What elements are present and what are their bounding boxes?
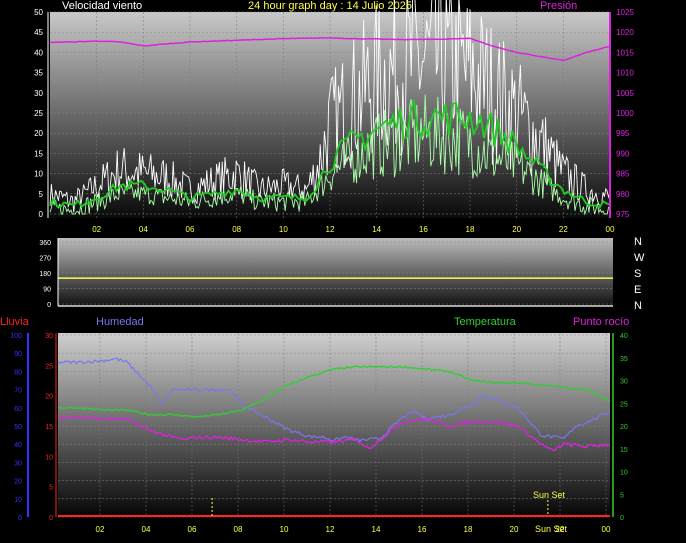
temperature-y-tick: 35 [620, 356, 628, 363]
wind-panel [50, 12, 610, 218]
chart-title: 24 hour graph day : 14 Julio 2025 [248, 0, 412, 12]
direction-y-tick: 90 [43, 287, 51, 294]
lower-x-tick: 04 [142, 525, 151, 534]
humidity-axis-label: Humedad [96, 316, 144, 328]
pressure-y-tick: 1025 [616, 8, 634, 17]
sunset-label-bottom: Sun Set [535, 524, 568, 534]
wind-x-tick: 16 [419, 225, 428, 234]
temperature-y-tick: 30 [620, 379, 628, 386]
dewpoint-axis-label: Punto rocío [573, 316, 629, 328]
rain-y-tick: 5 [49, 485, 53, 492]
wind-x-tick: 14 [372, 225, 381, 234]
lower-x-tick: 20 [510, 525, 519, 534]
temperature-y-tick: 0 [620, 515, 624, 522]
lower-x-tick: 06 [188, 525, 197, 534]
rain-y-tick: 30 [45, 333, 53, 340]
temperature-y-tick: 40 [620, 333, 628, 340]
lower-x-tick: 16 [418, 525, 427, 534]
rain-y-tick: 20 [45, 394, 53, 401]
sunset-label-top: Sun Set [533, 490, 566, 500]
wind-x-tick: 22 [559, 225, 568, 234]
humidity-y-tick: 10 [14, 497, 22, 504]
temperature-y-tick: 15 [620, 447, 628, 454]
wind-y-tick: 45 [34, 28, 43, 37]
humidity-y-tick: 0 [18, 515, 22, 522]
direction-label-w: W [634, 252, 645, 264]
rain-y-tick: 15 [45, 424, 53, 431]
humidity-y-tick: 40 [14, 442, 22, 449]
direction-label-e: E [634, 284, 641, 296]
wind-y-tick: 25 [34, 109, 43, 118]
temperature-y-tick: 5 [620, 492, 624, 499]
weather-graph: 0510152025303540455097598098599099510001… [0, 0, 645, 534]
wind-x-tick: 10 [279, 225, 288, 234]
pressure-y-tick: 980 [616, 190, 630, 199]
lower-x-tick: 12 [326, 525, 335, 534]
wind-y-tick: 50 [34, 8, 43, 17]
humidity-y-tick: 50 [14, 424, 22, 431]
pressure-axis-label: Presión [540, 0, 577, 12]
wind-x-tick: 20 [512, 225, 521, 234]
pressure-y-tick: 975 [616, 210, 630, 219]
pressure-y-tick: 1010 [616, 69, 634, 78]
wind-y-tick: 20 [34, 129, 43, 138]
wind-y-tick: 10 [34, 170, 43, 179]
wind-x-tick: 04 [139, 225, 148, 234]
lower-x-tick: 08 [234, 525, 243, 534]
pressure-y-tick: 990 [616, 149, 630, 158]
humidity-y-tick: 80 [14, 369, 22, 376]
temperature-axis-label: Temperatura [454, 316, 517, 328]
wind-x-tick: 02 [92, 225, 101, 234]
humidity-y-tick: 100 [10, 333, 22, 340]
pressure-y-tick: 985 [616, 170, 630, 179]
lower-x-tick: 18 [464, 525, 473, 534]
wind-y-tick: 5 [39, 190, 44, 199]
direction-y-tick: 270 [39, 256, 51, 263]
humidity-y-tick: 30 [14, 460, 22, 467]
direction-y-tick: 360 [39, 240, 51, 247]
direction-y-tick: 180 [39, 271, 51, 278]
direction-panel [58, 238, 613, 306]
wind-y-tick: 30 [34, 89, 43, 98]
rain-axis-label: Lluvia [0, 316, 30, 328]
pressure-y-tick: 1000 [616, 109, 634, 118]
temperature-y-tick: 20 [620, 424, 628, 431]
lower-x-tick: 10 [280, 525, 289, 534]
pressure-y-tick: 1005 [616, 89, 634, 98]
humidity-y-tick: 20 [14, 479, 22, 486]
direction-y-tick: 0 [47, 302, 51, 309]
wind-x-tick: 12 [326, 225, 335, 234]
wind-y-tick: 40 [34, 48, 43, 57]
lower-x-tick: 02 [96, 525, 105, 534]
wind-y-tick: 35 [34, 69, 43, 78]
wind-x-tick: 08 [232, 225, 241, 234]
wind-y-tick: 15 [34, 149, 43, 158]
wind-y-tick: 0 [39, 210, 44, 219]
rain-y-tick: 0 [49, 515, 53, 522]
lower-x-tick: 14 [372, 525, 381, 534]
rain-y-tick: 25 [45, 363, 53, 370]
pressure-y-tick: 995 [616, 129, 630, 138]
wind-x-tick: 00 [606, 225, 615, 234]
humidity-y-tick: 90 [14, 351, 22, 358]
lower-x-tick: 00 [602, 525, 611, 534]
temperature-y-tick: 10 [620, 470, 628, 477]
wind-x-tick: 06 [186, 225, 195, 234]
direction-label-n-top: N [634, 236, 642, 248]
pressure-y-tick: 1020 [616, 28, 634, 37]
pressure-y-tick: 1015 [616, 48, 634, 57]
rain-y-tick: 10 [45, 454, 53, 461]
direction-label-s: S [634, 268, 641, 280]
direction-label-n-bottom: N [634, 300, 642, 312]
wind-axis-label: Velocidad viento [62, 0, 142, 12]
humidity-y-tick: 60 [14, 406, 22, 413]
wind-x-tick: 18 [466, 225, 475, 234]
temperature-y-tick: 25 [620, 401, 628, 408]
humidity-y-tick: 70 [14, 388, 22, 395]
